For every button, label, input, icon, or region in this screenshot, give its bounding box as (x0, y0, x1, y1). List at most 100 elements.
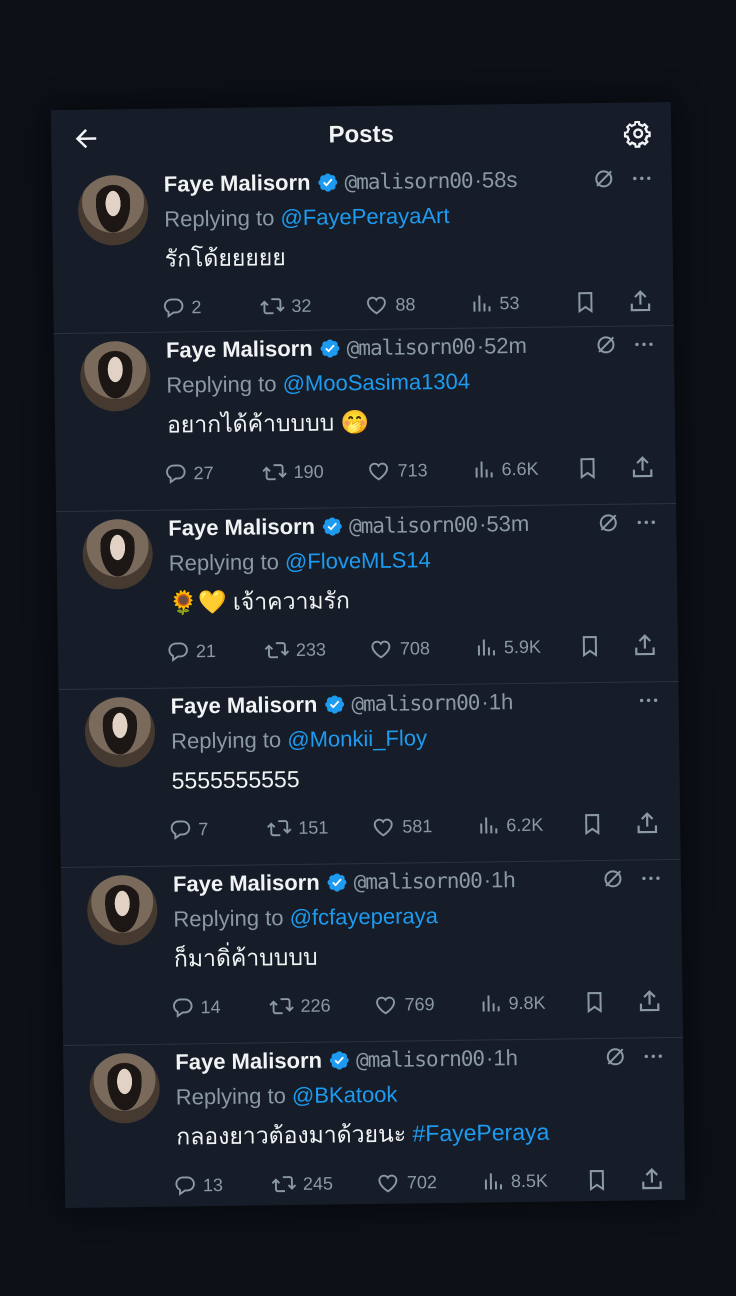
bookmark-button[interactable] (573, 289, 603, 315)
handle[interactable]: @malisorn00 (356, 1047, 484, 1073)
bookmark-button[interactable] (582, 989, 612, 1015)
verified-badge-icon (316, 171, 338, 193)
avatar[interactable] (86, 874, 158, 946)
repost-button[interactable]: 233 (264, 637, 368, 662)
reply-button[interactable]: 14 (170, 994, 268, 1019)
heart-icon (371, 640, 391, 659)
post[interactable]: Faye Malisorn @malisorn00 ·1h Replying t… (60, 859, 684, 1047)
bookmark-button[interactable] (575, 455, 605, 481)
views-button[interactable]: 53 (469, 290, 573, 315)
replying-handle-link[interactable]: @Monkii_Floy (287, 725, 427, 752)
reply-button[interactable]: 21 (166, 638, 264, 663)
timestamp[interactable]: ·1h (486, 1045, 518, 1071)
timestamp[interactable]: ·53m (479, 511, 529, 538)
reply-button[interactable]: 2 (161, 294, 259, 319)
replying-handle-link[interactable]: @fcfayeperaya (289, 903, 438, 930)
repost-button[interactable]: 151 (266, 815, 370, 840)
views-icon (482, 995, 500, 1012)
views-button[interactable]: 9.8K (478, 990, 582, 1015)
handle[interactable]: @malisorn00 (351, 691, 479, 717)
like-button[interactable]: 88 (363, 292, 469, 317)
display-name[interactable]: Faye Malisorn (175, 1048, 322, 1076)
replying-handle-link[interactable]: @BKatook (292, 1082, 398, 1108)
avatar[interactable] (84, 696, 156, 768)
action-bar: 2 32 88 53 (161, 284, 659, 325)
like-count: 581 (402, 815, 433, 837)
grok-button[interactable] (594, 333, 618, 357)
more-dots-icon (642, 876, 660, 881)
display-name[interactable]: Faye Malisorn (173, 870, 320, 898)
avatar[interactable] (79, 340, 151, 412)
bookmark-button[interactable] (580, 811, 610, 837)
share-button[interactable] (639, 1166, 671, 1192)
post-text-content: อยากได้ค้าบบบบ 🤭 (166, 408, 370, 438)
avatar[interactable] (82, 518, 154, 590)
repost-button[interactable]: 245 (271, 1171, 375, 1196)
gear-icon (623, 120, 651, 148)
grok-button[interactable] (603, 1045, 627, 1069)
bookmark-button[interactable] (585, 1167, 615, 1193)
more-dots-icon (633, 176, 651, 181)
timestamp[interactable]: ·1h (484, 867, 516, 893)
replying-handle-link[interactable]: @MooSasima1304 (282, 369, 470, 396)
reply-button[interactable]: 13 (173, 1172, 271, 1197)
share-button[interactable] (634, 810, 666, 836)
hashtag-link[interactable]: #FayePeraya (412, 1119, 549, 1147)
like-button[interactable]: 713 (365, 458, 471, 483)
post[interactable]: Faye Malisorn @malisorn00 ·58s Replying … (51, 159, 674, 335)
post[interactable]: Faye Malisorn @malisorn00 ·53m Replying … (56, 503, 679, 691)
replying-handle-link[interactable]: @FayePerayaArt (280, 203, 449, 230)
timestamp[interactable]: ·1h (481, 689, 513, 715)
avatar[interactable] (77, 174, 149, 246)
share-button[interactable] (627, 288, 659, 314)
avatar[interactable] (89, 1052, 161, 1124)
more-options-button[interactable] (630, 166, 654, 190)
more-options-button[interactable] (634, 510, 658, 534)
views-button[interactable]: 5.9K (474, 634, 578, 659)
handle[interactable]: @malisorn00 (344, 169, 472, 195)
grok-button[interactable] (596, 511, 620, 535)
reply-button[interactable]: 27 (163, 460, 261, 485)
handle[interactable]: @malisorn00 (347, 335, 475, 361)
bookmark-button[interactable] (578, 633, 608, 659)
display-name[interactable]: Faye Malisorn (168, 514, 315, 542)
repost-button[interactable]: 190 (261, 459, 365, 484)
more-options-button[interactable] (636, 688, 660, 712)
views-button[interactable]: 8.5K (481, 1168, 585, 1193)
display-name[interactable]: Faye Malisorn (166, 336, 313, 364)
timestamp[interactable]: ·58s (474, 167, 517, 194)
share-button[interactable] (636, 988, 668, 1014)
more-options-button[interactable] (632, 332, 656, 356)
more-options-button[interactable] (639, 866, 663, 890)
handle[interactable]: @malisorn00 (354, 869, 482, 895)
verified-badge-icon (326, 871, 348, 893)
like-button[interactable]: 769 (372, 992, 478, 1017)
share-icon (642, 1168, 662, 1190)
repost-button[interactable]: 32 (259, 293, 363, 318)
display-name[interactable]: Faye Malisorn (164, 170, 311, 198)
reply-button[interactable]: 7 (168, 816, 266, 841)
grok-button[interactable] (592, 167, 616, 191)
post[interactable]: Faye Malisorn @malisorn00 ·1h Replying t… (63, 1037, 686, 1209)
post[interactable]: Faye Malisorn @malisorn00 ·1h Replying t… (58, 681, 681, 869)
replying-label: Replying to (173, 905, 290, 932)
more-options-button[interactable] (641, 1044, 665, 1068)
display-name[interactable]: Faye Malisorn (170, 692, 317, 720)
verified-badge-icon (319, 337, 341, 359)
back-button[interactable] (69, 121, 103, 155)
repost-button[interactable]: 226 (268, 993, 372, 1018)
replying-handle-link[interactable]: @FloveMLS14 (285, 547, 431, 574)
like-button[interactable]: 702 (375, 1170, 481, 1195)
post[interactable]: Faye Malisorn @malisorn00 ·52m Replying … (53, 325, 677, 513)
like-button[interactable]: 581 (370, 814, 476, 839)
share-button[interactable] (632, 632, 664, 658)
settings-button[interactable] (621, 116, 655, 150)
like-button[interactable]: 708 (368, 636, 474, 661)
views-button[interactable]: 6.2K (476, 812, 580, 837)
grok-button[interactable] (601, 867, 625, 891)
handle[interactable]: @malisorn00 (349, 513, 477, 539)
share-button[interactable] (629, 454, 661, 480)
timestamp[interactable]: ·52m (477, 333, 527, 360)
views-button[interactable]: 6.6K (471, 456, 575, 481)
like-count: 708 (399, 637, 431, 659)
